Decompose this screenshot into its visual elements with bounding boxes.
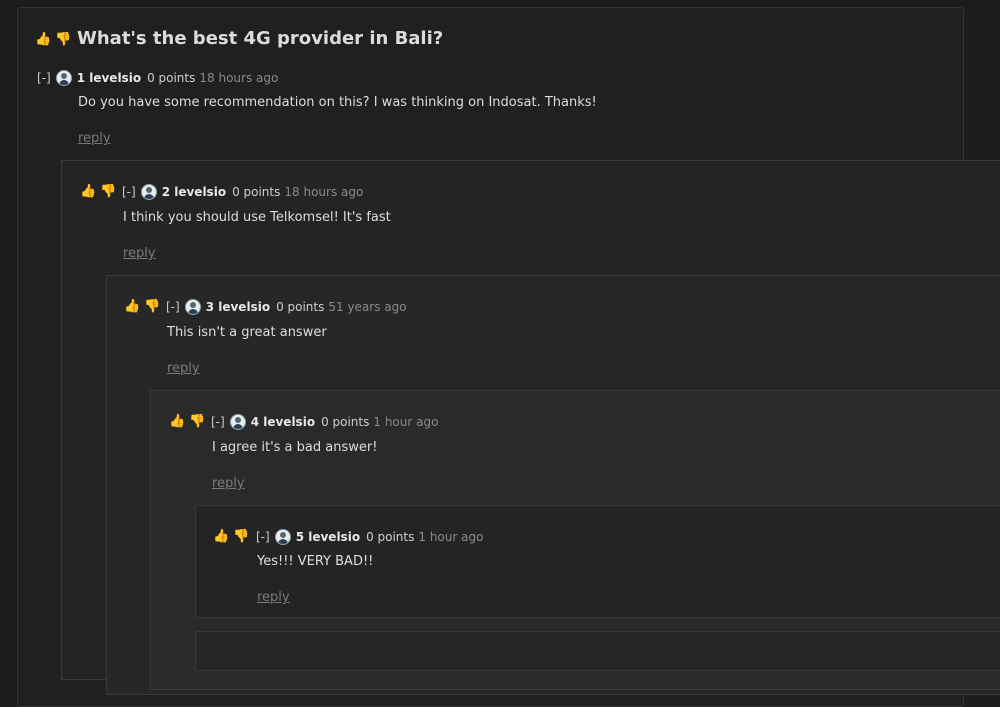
collapse-toggle[interactable]: [-] — [256, 529, 270, 545]
thumbs-down-icon[interactable]: 👎 — [55, 32, 71, 48]
timestamp: 1 hour ago — [418, 530, 484, 544]
avatar — [229, 414, 246, 430]
comment-text: I agree it's a bad answer! — [212, 440, 378, 455]
collapse-toggle[interactable]: [-] — [211, 414, 225, 430]
reply-link[interactable]: reply — [257, 590, 290, 605]
comment-vote: 👍 👎 — [124, 299, 160, 315]
timestamp: 1 hour ago — [373, 415, 439, 429]
collapse-toggle[interactable]: [-] — [122, 184, 136, 200]
avatar — [140, 184, 157, 200]
reply-link[interactable]: reply — [212, 476, 245, 491]
thumbs-down-icon[interactable]: 👎 — [189, 414, 205, 430]
thumbs-up-icon[interactable]: 👍 — [213, 529, 229, 545]
comment-vote: 👍 👎 — [213, 529, 249, 545]
comment-text: Yes!!! VERY BAD!! — [257, 554, 374, 569]
points-count: 0 points — [321, 415, 370, 429]
points-count: 0 points — [276, 300, 325, 314]
avatar — [55, 70, 72, 86]
reply-link[interactable]: reply — [123, 246, 156, 261]
points-count: 0 points — [366, 530, 415, 544]
reply-link[interactable]: reply — [167, 361, 200, 376]
thumbs-up-icon[interactable]: 👍 — [35, 32, 51, 48]
thumbs-up-icon[interactable]: 👍 — [80, 184, 96, 200]
comment-meta: [-] 5 levelsio 0 points 1 hour ago — [256, 529, 483, 545]
comment-thread-level-6 — [195, 631, 1000, 671]
collapse-toggle[interactable]: [-] — [37, 70, 51, 86]
username-link[interactable]: 3 levelsio — [206, 299, 270, 315]
timestamp: 51 years ago — [328, 300, 407, 314]
thumbs-down-icon[interactable]: 👎 — [100, 184, 116, 200]
username-link[interactable]: 2 levelsio — [162, 184, 226, 200]
post-vote: 👍 👎 — [35, 32, 71, 48]
thumbs-down-icon[interactable]: 👎 — [144, 299, 160, 315]
points-count: 0 points — [147, 71, 196, 85]
comment-meta: [-] 1 levelsio 0 points 18 hours ago — [37, 70, 278, 86]
username-link[interactable]: 5 levelsio — [296, 529, 360, 545]
post-title: What's the best 4G provider in Bali? — [77, 28, 444, 49]
timestamp: 18 hours ago — [284, 185, 364, 199]
points-count: 0 points — [232, 185, 281, 199]
collapse-toggle[interactable]: [-] — [166, 299, 180, 315]
username-link[interactable]: 1 levelsio — [77, 70, 141, 86]
comment-vote: 👍 👎 — [80, 184, 116, 200]
thumbs-up-icon[interactable]: 👍 — [124, 299, 140, 315]
comment-text: This isn't a great answer — [167, 325, 327, 340]
comment-text: I think you should use Telkomsel! It's f… — [123, 210, 391, 225]
avatar — [274, 529, 291, 545]
thumbs-down-icon[interactable]: 👎 — [233, 529, 249, 545]
comment-meta: [-] 4 levelsio 0 points 1 hour ago — [211, 414, 438, 430]
avatar — [184, 299, 201, 315]
comment-meta: [-] 3 levelsio 0 points 51 years ago — [166, 299, 407, 315]
comment-vote: 👍 👎 — [169, 414, 205, 430]
reply-link[interactable]: reply — [78, 131, 111, 146]
timestamp: 18 hours ago — [199, 71, 279, 85]
comment-meta: [-] 2 levelsio 0 points 18 hours ago — [122, 184, 363, 200]
thumbs-up-icon[interactable]: 👍 — [169, 414, 185, 430]
username-link[interactable]: 4 levelsio — [251, 414, 315, 430]
comment-text: Do you have some recommendation on this?… — [78, 95, 597, 110]
